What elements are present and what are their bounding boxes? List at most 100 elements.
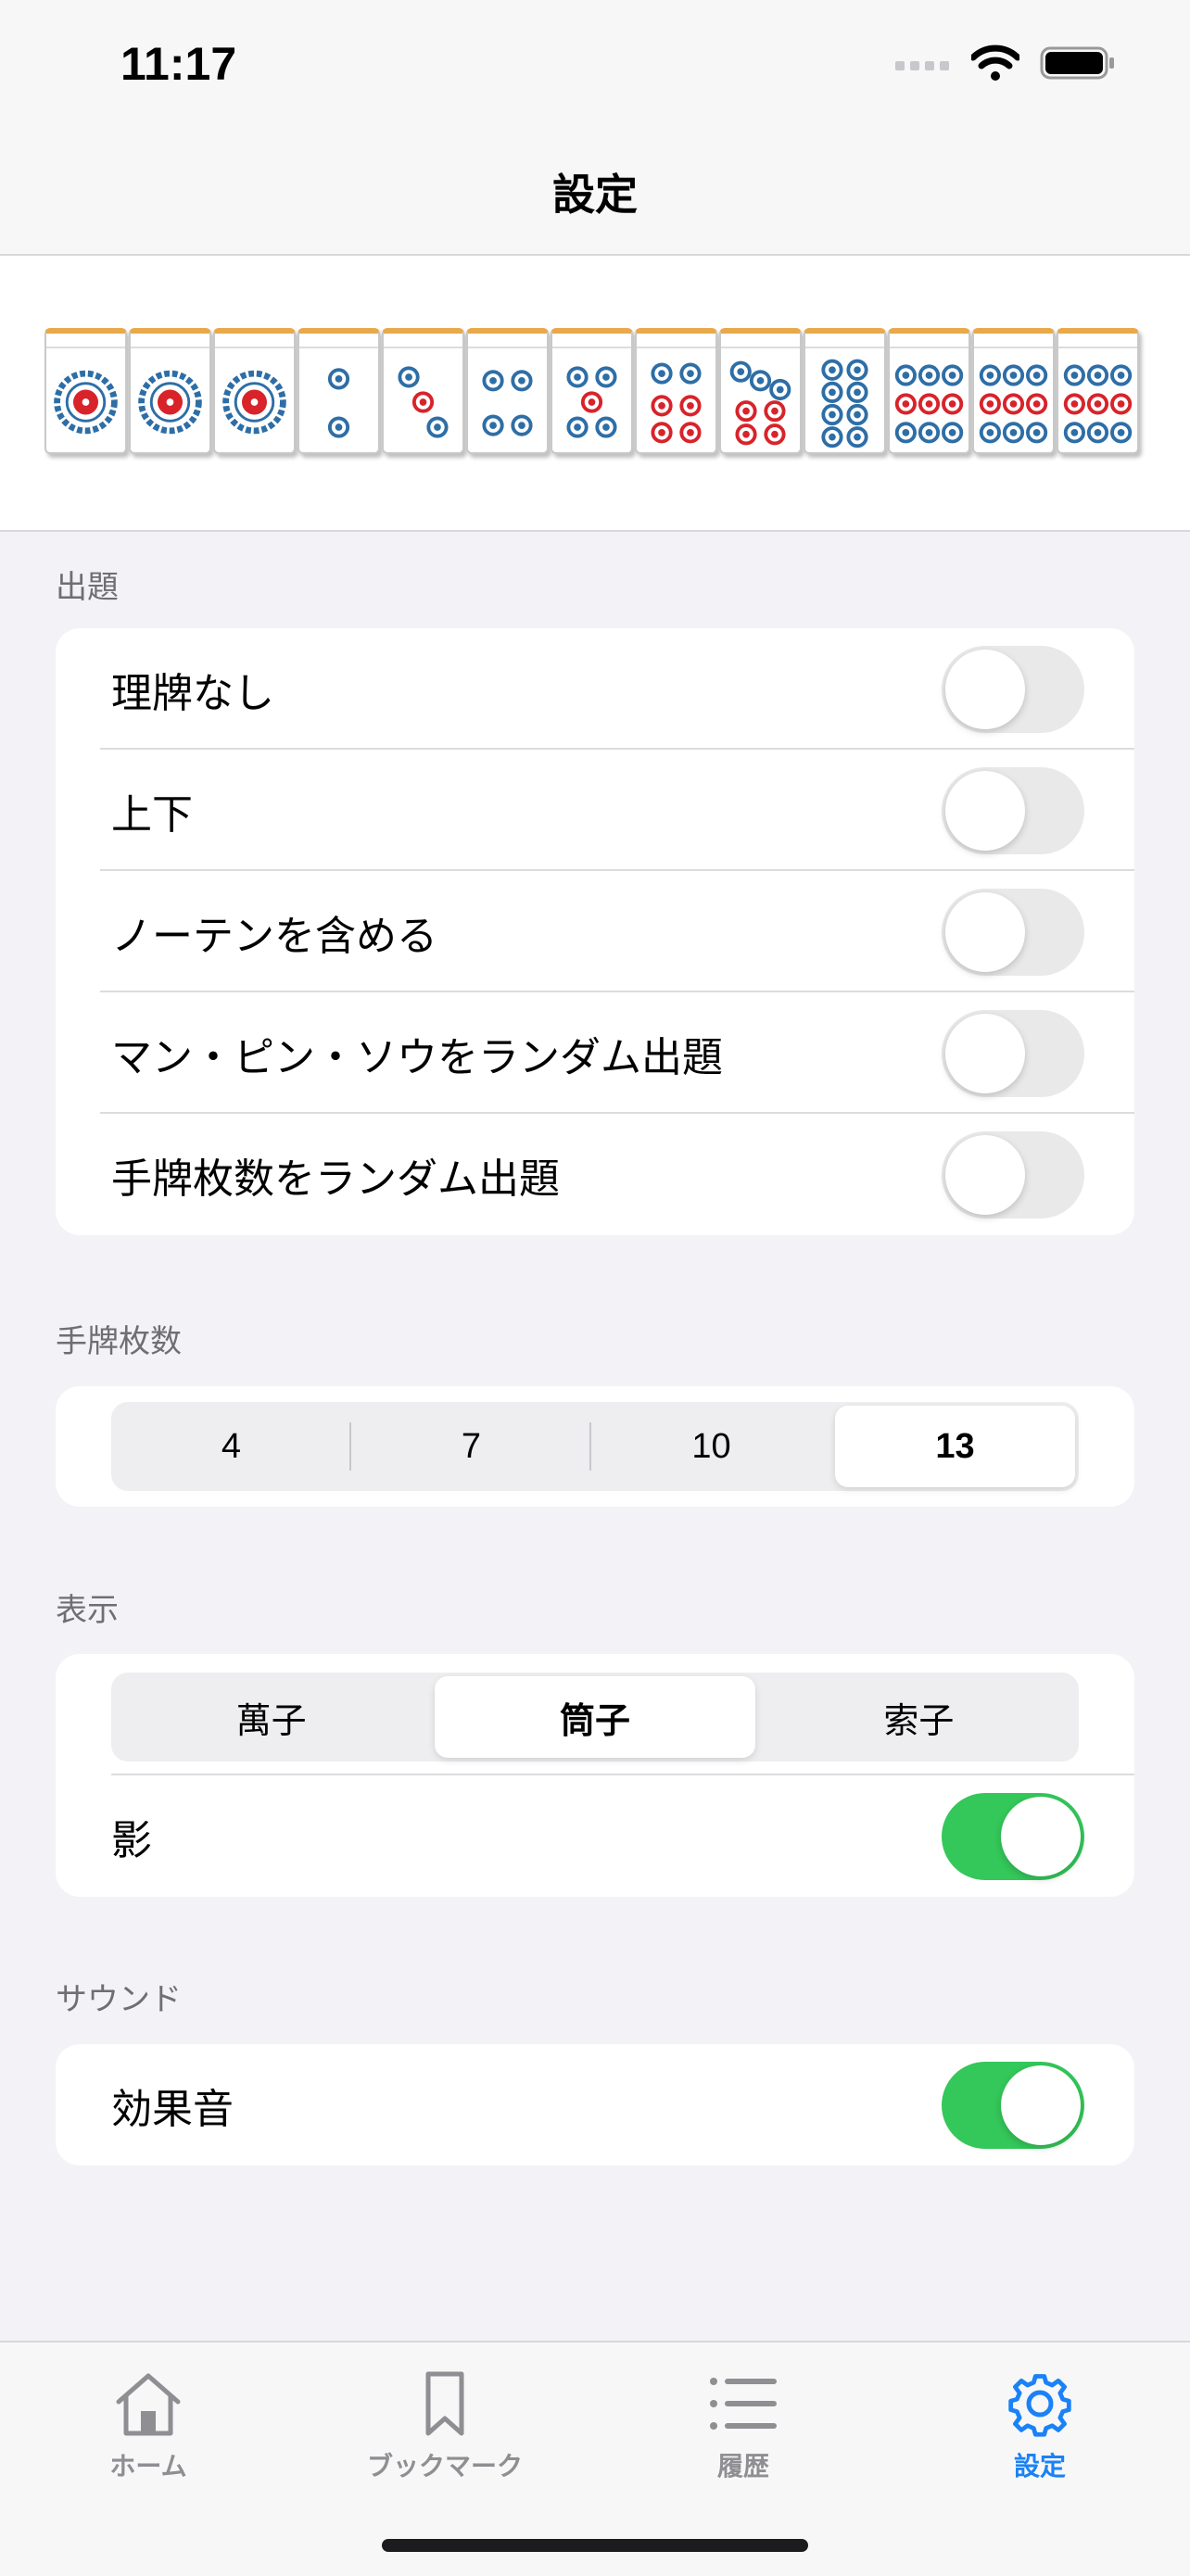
setting-row-upside-down[interactable]: 上下: [56, 750, 1134, 871]
bookmark-icon: [425, 2371, 464, 2436]
section-header-sound: サウンド: [56, 1981, 182, 2018]
tab-history[interactable]: 履歴: [651, 2370, 836, 2483]
pin-dot: [1094, 372, 1102, 379]
pin-dot: [1009, 372, 1018, 379]
include-noten-toggle[interactable]: [942, 888, 1084, 976]
pin-dot: [588, 398, 596, 406]
hand-count-option-7[interactable]: 7: [351, 1402, 591, 1491]
display-settings-group: 萬子 筒子 索子 影: [56, 1654, 1134, 1897]
pin-dot: [1070, 428, 1079, 436]
setting-label: 手牌枚数をランダム出題: [111, 1155, 560, 1203]
toggle-knob: [945, 770, 1025, 851]
pin-dot: [948, 428, 956, 436]
pin-dot: [335, 375, 343, 383]
pin-dot: [902, 428, 910, 436]
pin-dot: [658, 402, 665, 410]
pin-dot: [986, 428, 994, 436]
pin-dot: [1032, 400, 1041, 408]
pin-dot: [574, 423, 581, 431]
pin-dot: [829, 433, 836, 441]
question-settings-group: 理牌なし 上下 ノーテンを含める マン・ピン・ソウをランダム出題 手牌枚数をラン…: [56, 628, 1134, 1235]
pin-tile-face: [821, 359, 868, 448]
pin-dot: [829, 388, 836, 397]
tile-1p: [44, 328, 127, 454]
hand-count-option-4[interactable]: 4: [111, 1402, 351, 1491]
pin-dot: [1117, 372, 1125, 379]
tab-label: 履歴: [716, 2451, 769, 2481]
tab-settings[interactable]: 設定: [947, 2370, 1133, 2483]
pin-dot: [829, 366, 836, 374]
tile-3p: [382, 328, 464, 454]
pin-tile-face: [979, 364, 1048, 444]
setting-row-no-sort[interactable]: 理牌なし: [56, 628, 1134, 750]
tile-4p: [466, 328, 549, 454]
setting-row-sound-effect[interactable]: 効果音: [56, 2044, 1134, 2166]
pin-dot: [166, 398, 174, 406]
hand-count-option-10[interactable]: 10: [591, 1402, 831, 1491]
hand-count-option-13[interactable]: 13: [835, 1406, 1075, 1487]
pin-dot: [602, 423, 610, 431]
setting-label: 上下: [111, 790, 193, 839]
sound-effect-toggle[interactable]: [942, 2061, 1084, 2149]
tile-9p: [888, 328, 970, 454]
suit-option-pinzu[interactable]: 筒子: [435, 1676, 755, 1758]
toggle-knob: [945, 649, 1025, 729]
pin-dot: [405, 373, 412, 381]
section-header-hand-count: 手牌枚数: [56, 1323, 182, 1360]
suit-option-souzu[interactable]: 索子: [759, 1673, 1079, 1762]
toggle-knob: [945, 891, 1025, 972]
random-count-toggle[interactable]: [942, 1130, 1084, 1219]
tab-label: ホーム: [109, 2451, 187, 2481]
gear-icon: [1008, 2374, 1071, 2437]
pin-dot: [756, 376, 765, 385]
pin-dot: [419, 398, 427, 406]
pin-tile-face: [566, 366, 617, 438]
pin-dot: [518, 422, 525, 429]
status-icons: [895, 44, 1116, 82]
home-indicator: [382, 2539, 808, 2552]
setting-row-shadow[interactable]: 影: [56, 1775, 1134, 1897]
pin-dot: [948, 400, 956, 408]
pin-dot: [737, 368, 745, 376]
setting-row-include-noten[interactable]: ノーテンを含める: [56, 871, 1134, 992]
hand-count-group: 4 7 10 13: [56, 1386, 1134, 1507]
pin-dot: [658, 370, 665, 377]
pin-tile-face: [482, 370, 533, 436]
setting-row-random-count[interactable]: 手牌枚数をランダム出題: [56, 1114, 1134, 1235]
suit-segmented-control: 萬子 筒子 索子: [111, 1673, 1079, 1762]
tab-label: 設定: [1013, 2451, 1066, 2481]
pin-tile-face: [651, 362, 702, 444]
pin-dot: [1070, 372, 1079, 379]
pin-dot: [902, 400, 910, 408]
pin-tile-face: [54, 370, 118, 435]
tile-1p: [213, 328, 296, 454]
upside-down-toggle[interactable]: [942, 766, 1084, 854]
wifi-icon: [971, 44, 1019, 81]
suit-option-manzu[interactable]: 萬子: [111, 1673, 431, 1762]
pin-dot: [82, 398, 90, 406]
tile-7p: [719, 328, 802, 454]
no-sort-toggle[interactable]: [942, 645, 1084, 733]
pin-dot: [518, 376, 525, 385]
hand-count-segmented-control: 4 7 10 13: [111, 1402, 1079, 1491]
pin-dot: [489, 376, 497, 385]
setting-row-random-suit[interactable]: マン・ピン・ソウをランダム出題: [56, 992, 1134, 1114]
pin-dot: [771, 407, 779, 415]
pin-dot: [925, 372, 933, 379]
pin-dot: [854, 366, 861, 374]
tile-9p: [972, 328, 1055, 454]
pin-dot: [1117, 428, 1125, 436]
pin-dot: [771, 430, 779, 438]
pin-dot: [948, 372, 956, 379]
pin-dot: [489, 422, 497, 429]
pin-tile-face: [1063, 364, 1133, 444]
random-suit-toggle[interactable]: [942, 1009, 1084, 1097]
pin-tile-face: [327, 368, 350, 438]
tile-1p: [129, 328, 211, 454]
status-bar: 11:17: [0, 0, 1190, 139]
pin-tile-face: [138, 370, 202, 435]
shadow-toggle[interactable]: [942, 1792, 1084, 1880]
tab-bookmark[interactable]: ブックマーク: [352, 2370, 538, 2483]
pin-dot: [925, 400, 933, 408]
tab-home[interactable]: ホーム: [56, 2370, 241, 2483]
